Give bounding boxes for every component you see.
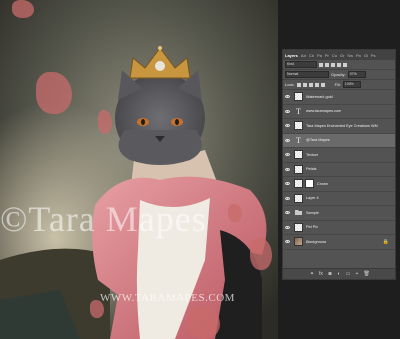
background-thumbnail xyxy=(294,237,303,247)
tab-paths[interactable]: Pa xyxy=(317,53,322,58)
fill-input[interactable]: 100% xyxy=(342,81,361,88)
layer-row[interactable]: Texture xyxy=(283,148,395,163)
rose-petal xyxy=(98,110,112,134)
layer-name: Texture xyxy=(306,152,319,157)
layer-row[interactable]: Crown xyxy=(283,177,395,192)
layer-thumbnail xyxy=(294,193,303,203)
document-canvas[interactable]: ©Tara Mapes WWW.TARAMAPES.COM xyxy=(0,0,278,339)
layer-thumbnail xyxy=(294,150,303,160)
visibility-eye-icon[interactable] xyxy=(285,124,290,128)
layer-row[interactable]: Tara Mapes Enchanted Eye Creations WM xyxy=(283,119,395,134)
add-mask-icon[interactable]: ◙ xyxy=(328,271,333,277)
visibility-eye-icon[interactable] xyxy=(285,109,290,113)
filter-kind-select[interactable]: Kind xyxy=(285,61,317,68)
tab-patterns[interactable]: Pa xyxy=(356,53,361,58)
rose-petal xyxy=(250,238,272,270)
adjustment-layer-icon[interactable]: ◐ xyxy=(337,271,342,277)
visibility-eye-icon[interactable] xyxy=(285,196,290,200)
tab-glyphs[interactable]: Gl xyxy=(364,53,368,58)
filter-shape-icon[interactable] xyxy=(337,62,341,67)
new-layer-icon[interactable]: + xyxy=(355,271,360,277)
opacity-input[interactable]: 97% xyxy=(347,71,366,78)
lock-move-icon[interactable] xyxy=(308,82,313,87)
lock-label: Lock: xyxy=(285,82,295,87)
text-layer-icon: T xyxy=(296,106,301,116)
trash-icon[interactable]: 🗑 xyxy=(364,271,370,277)
tab-properties[interactable]: Pr xyxy=(325,53,329,58)
layer-name: Sample xyxy=(306,210,319,215)
layer-name: Pet Pic xyxy=(306,225,319,230)
layer-name: Layer 4 xyxy=(306,196,319,201)
tab-adjustments[interactable]: Ad xyxy=(301,53,306,58)
layer-row[interactable]: Pet Pic xyxy=(283,221,395,235)
visibility-eye-icon[interactable] xyxy=(285,95,290,99)
rose-petal xyxy=(36,72,72,114)
fill-label: Fill: xyxy=(334,82,341,87)
lock-artboard-icon[interactable] xyxy=(314,82,319,87)
fx-icon[interactable]: fx xyxy=(319,271,324,277)
lock-all-icon[interactable] xyxy=(320,82,325,87)
layer-row[interactable]: T @Tara Mapes xyxy=(283,133,395,148)
panel-tabs: Layers Ad Ch Pa Pr Co Gr Sw Pa Gl Ps xyxy=(283,50,395,60)
layers-bottom-toolbar: ⚭ fx ◙ ◐ ▭ + 🗑 xyxy=(283,268,395,279)
layer-thumbnail xyxy=(294,92,303,102)
filter-type-icon[interactable] xyxy=(331,62,335,67)
lock-brush-icon[interactable] xyxy=(302,82,307,87)
tab-layers[interactable]: Layers xyxy=(285,53,298,58)
rose-petal xyxy=(12,0,34,18)
link-layers-icon[interactable]: ⚭ xyxy=(310,271,315,277)
visibility-eye-icon[interactable] xyxy=(285,138,290,142)
layer-row[interactable]: Layer 4 xyxy=(283,192,395,206)
layer-mask-thumbnail[interactable] xyxy=(305,179,314,189)
layer-list: Watermark gold Twww.taramapes.com Tara M… xyxy=(283,90,395,250)
layer-thumbnail xyxy=(294,121,303,131)
layer-name: www.taramapes.com xyxy=(306,109,342,114)
layer-row[interactable]: Petals xyxy=(283,163,395,177)
layer-thumbnail xyxy=(294,164,303,174)
layer-row[interactable]: Twww.taramapes.com xyxy=(283,105,395,119)
filter-adjustment-icon[interactable] xyxy=(325,62,329,67)
lock-icon: 🔒 xyxy=(382,238,389,245)
visibility-eye-icon[interactable] xyxy=(285,211,290,215)
visibility-eye-icon[interactable] xyxy=(285,225,290,229)
tab-color[interactable]: Co xyxy=(332,53,337,58)
watermark-text: ©Tara Mapes xyxy=(0,199,207,239)
tab-ps[interactable]: Ps xyxy=(371,53,376,58)
blend-mode-select[interactable]: Normal xyxy=(285,71,329,78)
tab-gradients[interactable]: Gr xyxy=(340,53,344,58)
tab-channels[interactable]: Ch xyxy=(309,53,314,58)
visibility-eye-icon[interactable] xyxy=(285,167,290,171)
layer-name: Crown xyxy=(317,181,328,186)
filter-smart-object-icon[interactable] xyxy=(343,62,347,67)
new-group-icon[interactable]: ▭ xyxy=(346,271,351,277)
opacity-label: Opacity: xyxy=(331,72,346,77)
layer-row[interactable]: Sample xyxy=(283,206,395,221)
rose-petal xyxy=(188,306,220,339)
folder-icon xyxy=(294,208,303,217)
layer-thumbnail xyxy=(294,179,303,189)
visibility-eye-icon[interactable] xyxy=(285,240,290,244)
filter-pixel-icon[interactable] xyxy=(319,62,323,67)
layer-name: Background xyxy=(306,239,327,244)
visibility-eye-icon[interactable] xyxy=(285,153,290,157)
filter-row: Kind xyxy=(283,60,395,70)
tab-swatches[interactable]: Sw xyxy=(347,53,353,58)
layer-name: Petals xyxy=(306,167,317,172)
text-layer-icon: T xyxy=(296,135,301,145)
layer-name: @Tara Mapes xyxy=(306,138,330,143)
lock-row: Lock: Fill: 100% xyxy=(283,80,395,90)
visibility-eye-icon[interactable] xyxy=(285,182,290,186)
lock-transparent-icon[interactable] xyxy=(296,82,301,87)
layer-row[interactable]: Background 🔒 xyxy=(283,235,395,250)
blend-row: Normal Opacity: 97% xyxy=(283,70,395,80)
layer-name: Tara Mapes Enchanted Eye Creations WM xyxy=(306,123,378,128)
watermark-url: WWW.TARAMAPES.COM xyxy=(100,292,235,304)
artwork xyxy=(0,0,278,339)
layer-name: Watermark gold xyxy=(306,94,333,99)
layer-thumbnail xyxy=(294,222,303,232)
layer-row[interactable]: Watermark gold xyxy=(283,90,395,105)
layers-panel: Layers Ad Ch Pa Pr Co Gr Sw Pa Gl Ps Kin… xyxy=(282,49,396,280)
